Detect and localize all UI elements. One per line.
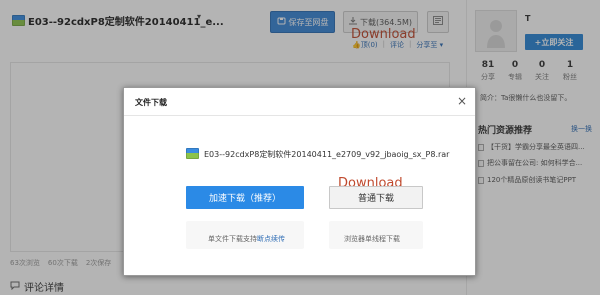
fast-note-prefix: 单文件下载支持 <box>208 235 257 243</box>
normal-download-button[interactable]: 普通下载 <box>329 186 423 209</box>
dialog-header: 文件下载 × <box>124 88 475 116</box>
archive-file-icon <box>186 148 199 159</box>
normal-download-note: 浏览器单线程下载 <box>344 235 400 243</box>
download-dialog: 文件下载 × E03--92cdxP8定制软件20140411_e2709_v9… <box>123 87 476 276</box>
resume-download-link[interactable]: 断点续传 <box>257 235 285 243</box>
fast-download-button[interactable]: 加速下载（推荐） <box>186 186 304 209</box>
dialog-filename: E03--92cdxP8定制软件20140411_e2709_v92_jbaoi… <box>204 150 450 159</box>
close-icon[interactable]: × <box>457 94 467 108</box>
dialog-title: 文件下载 <box>135 98 167 107</box>
fast-download-note: 单文件下载支持断点续传 <box>208 234 285 244</box>
